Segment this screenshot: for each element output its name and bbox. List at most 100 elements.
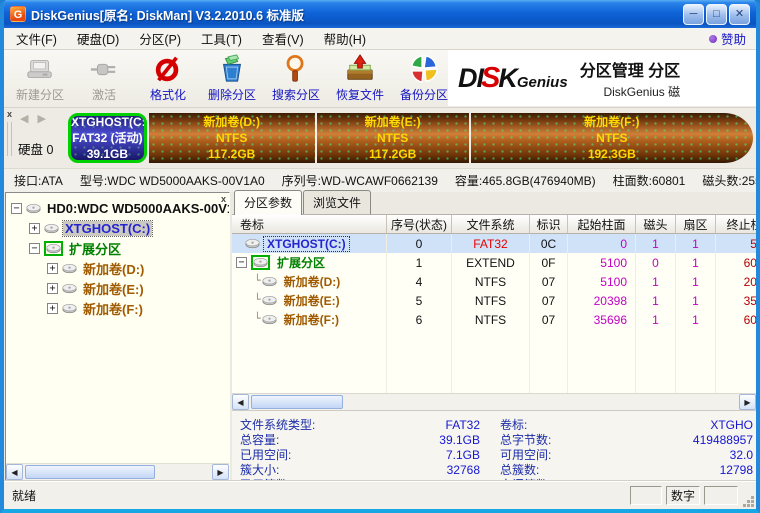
menu-item-3[interactable]: 工具(T)	[191, 26, 252, 51]
column-header-1[interactable]: 序号(状态)	[387, 215, 452, 233]
recover-files-icon	[344, 53, 376, 85]
table-row-1[interactable]: −扩展分区1EXTEND0F51000160800	[232, 253, 756, 272]
expand-icon[interactable]: +	[47, 263, 58, 274]
disk-icon	[251, 255, 270, 270]
table-row-3[interactable]: └新加卷(E:)5NTFS07203981135695	[232, 291, 756, 310]
title-bar[interactable]: G DiskGenius[原名: DiskMan] V3.2.2010.6 标准…	[4, 0, 756, 28]
app-icon: G	[10, 6, 26, 22]
collapse-icon[interactable]: −	[11, 203, 22, 214]
disk-icon	[62, 283, 77, 294]
cell-扇区: 1	[676, 291, 716, 310]
banner-tagline: 分区管理 分区	[580, 57, 680, 81]
table-header: 卷标序号(状态)文件系统标识起始柱面磁头扇区终止柱面	[232, 214, 756, 234]
disk-nav-arrows[interactable]: ◀ ▶	[20, 112, 49, 125]
expand-icon[interactable]: +	[47, 303, 58, 314]
close-button[interactable]: ✕	[729, 4, 750, 25]
格式化-button[interactable]: 格式化	[136, 50, 200, 107]
row-volume-label: 新加卷(F:)	[281, 311, 342, 328]
恢复文件-button[interactable]: 恢复文件	[328, 50, 392, 107]
collapse-icon[interactable]: −	[236, 257, 247, 268]
menu-item-5[interactable]: 帮助(H)	[314, 26, 376, 51]
disk-info-segment-1: 型号:WDC WD5000AAKS-00V1A0	[80, 172, 265, 189]
tree-connector: └	[254, 274, 261, 287]
table-row-4[interactable]: └新加卷(F:)6NTFS07356961160800	[232, 310, 756, 329]
cell-终止柱面: 60800	[716, 310, 756, 329]
tree-item-label: 新加卷(E:)	[81, 279, 146, 298]
cell-起始柱面: 5100	[568, 253, 636, 272]
cell-扇区: 1	[676, 310, 716, 329]
partition-segment-0[interactable]: XTGHOST(C:)FAT32 (活动)39.1GB	[68, 113, 147, 163]
tab-browse-files[interactable]: 浏览文件	[303, 190, 371, 214]
toolbar-button-label: 新建分区	[16, 86, 64, 103]
table-hscrollbar[interactable]: ◀ ▶	[232, 393, 756, 410]
激活-button[interactable]: 激活	[72, 50, 136, 107]
搜索分区-button[interactable]: 搜索分区	[264, 50, 328, 107]
detail-value: 12798	[618, 463, 756, 477]
detail-value: 32.0	[618, 448, 756, 462]
partition-details: 文件系统类型:FAT32卷标:XTGHO总容量:39.1GB总字节数:41948…	[232, 410, 756, 481]
collapse-icon[interactable]: −	[29, 243, 40, 254]
cell-序号(状态): 1	[387, 253, 452, 272]
table-scroll-thumb[interactable]	[251, 395, 343, 409]
table-row-2[interactable]: └新加卷(D:)4NTFS0751001120397	[232, 272, 756, 291]
新建分区-button[interactable]: 新建分区	[8, 50, 72, 107]
menu-item-2[interactable]: 分区(P)	[129, 26, 191, 51]
toolbar-button-label: 备份分区	[400, 86, 448, 103]
column-header-4[interactable]: 起始柱面	[568, 215, 636, 233]
tree-item-2[interactable]: −扩展分区	[6, 238, 229, 258]
resize-grip[interactable]	[743, 496, 755, 508]
row-volume-label: 扩展分区	[274, 254, 328, 271]
tree-close-icon[interactable]: x	[221, 194, 226, 204]
partition-segment-1[interactable]: 新加卷(D:)NTFS117.2GB	[147, 113, 315, 163]
tree-item-0[interactable]: −HD0:WDC WD5000AAKS-00V1A0	[6, 198, 229, 218]
scroll-right-icon[interactable]: ▶	[739, 394, 756, 410]
partition-segment-2[interactable]: 新加卷(E:)NTFS117.2GB	[315, 113, 469, 163]
partition-size: 39.1GB	[71, 146, 144, 162]
table-row-0[interactable]: XTGHOST(C:)0FAT320C0115099	[232, 234, 756, 253]
num-lock-indicator: 数字	[666, 486, 700, 505]
disk-info-segment-0: 接口:ATA	[14, 172, 63, 189]
menu-item-1[interactable]: 硬盘(D)	[67, 26, 129, 51]
备份分区-button[interactable]: 备份分区	[392, 50, 456, 107]
tree-item-3[interactable]: +新加卷(D:)	[6, 258, 229, 278]
minimize-button[interactable]: ─	[683, 4, 704, 25]
tree-scroll-thumb[interactable]	[25, 465, 155, 479]
partition-segment-3[interactable]: 新加卷(F:)NTFS192.3GB	[469, 113, 753, 163]
disk-icon	[262, 314, 277, 325]
删除分区-button[interactable]: 删除分区	[200, 50, 264, 107]
menu-item-0[interactable]: 文件(F)	[6, 26, 67, 51]
column-header-5[interactable]: 磁头	[636, 215, 676, 233]
expand-icon[interactable]: +	[47, 283, 58, 294]
disk-icon	[262, 295, 277, 306]
tree-item-4[interactable]: + 新加卷(E:)	[6, 278, 229, 298]
maximize-button[interactable]: □	[706, 4, 727, 25]
tab-partition-params[interactable]: 分区参数	[234, 190, 302, 215]
tree-item-1[interactable]: +XTGHOST(C:)	[6, 218, 229, 238]
scroll-left-icon[interactable]: ◀	[6, 464, 23, 480]
expand-icon[interactable]: +	[29, 223, 40, 234]
column-header-0[interactable]: 卷标	[232, 215, 387, 233]
panel-grip[interactable]	[7, 122, 12, 156]
backup-partition-icon	[408, 53, 440, 85]
cell-终止柱面: 35695	[716, 291, 756, 310]
column-header-6[interactable]: 扇区	[676, 215, 716, 233]
column-header-7[interactable]: 终止柱面	[716, 215, 756, 233]
cell-起始柱面: 35696	[568, 310, 636, 329]
cell-序号(状态): 6	[387, 310, 452, 329]
scroll-left-icon[interactable]: ◀	[232, 394, 249, 410]
cell-终止柱面: 60800	[716, 253, 756, 272]
tree-hscrollbar[interactable]: ◀ ▶	[6, 463, 229, 480]
detail-row-2: 已用空间:7.1GB可用空间:32.0	[232, 447, 756, 462]
cell-文件系统: NTFS	[452, 291, 530, 310]
column-header-2[interactable]: 文件系统	[452, 215, 530, 233]
tree-item-5[interactable]: +新加卷(F:)	[6, 298, 229, 318]
disk-icon	[262, 276, 277, 287]
detail-row-0: 文件系统类型:FAT32卷标:XTGHO	[232, 417, 756, 432]
detail-value: 7.1GB	[348, 448, 480, 462]
menu-item-4[interactable]: 查看(V)	[252, 26, 314, 51]
scroll-right-icon[interactable]: ▶	[212, 464, 229, 480]
disk-info-row: 接口:ATA型号:WDC WD5000AAKS-00V1A0序列号:WD-WCA…	[4, 168, 756, 192]
sponsor-link[interactable]: 赞助	[709, 29, 756, 48]
panel-close-icon[interactable]: x	[7, 109, 12, 119]
column-header-3[interactable]: 标识	[530, 215, 568, 233]
